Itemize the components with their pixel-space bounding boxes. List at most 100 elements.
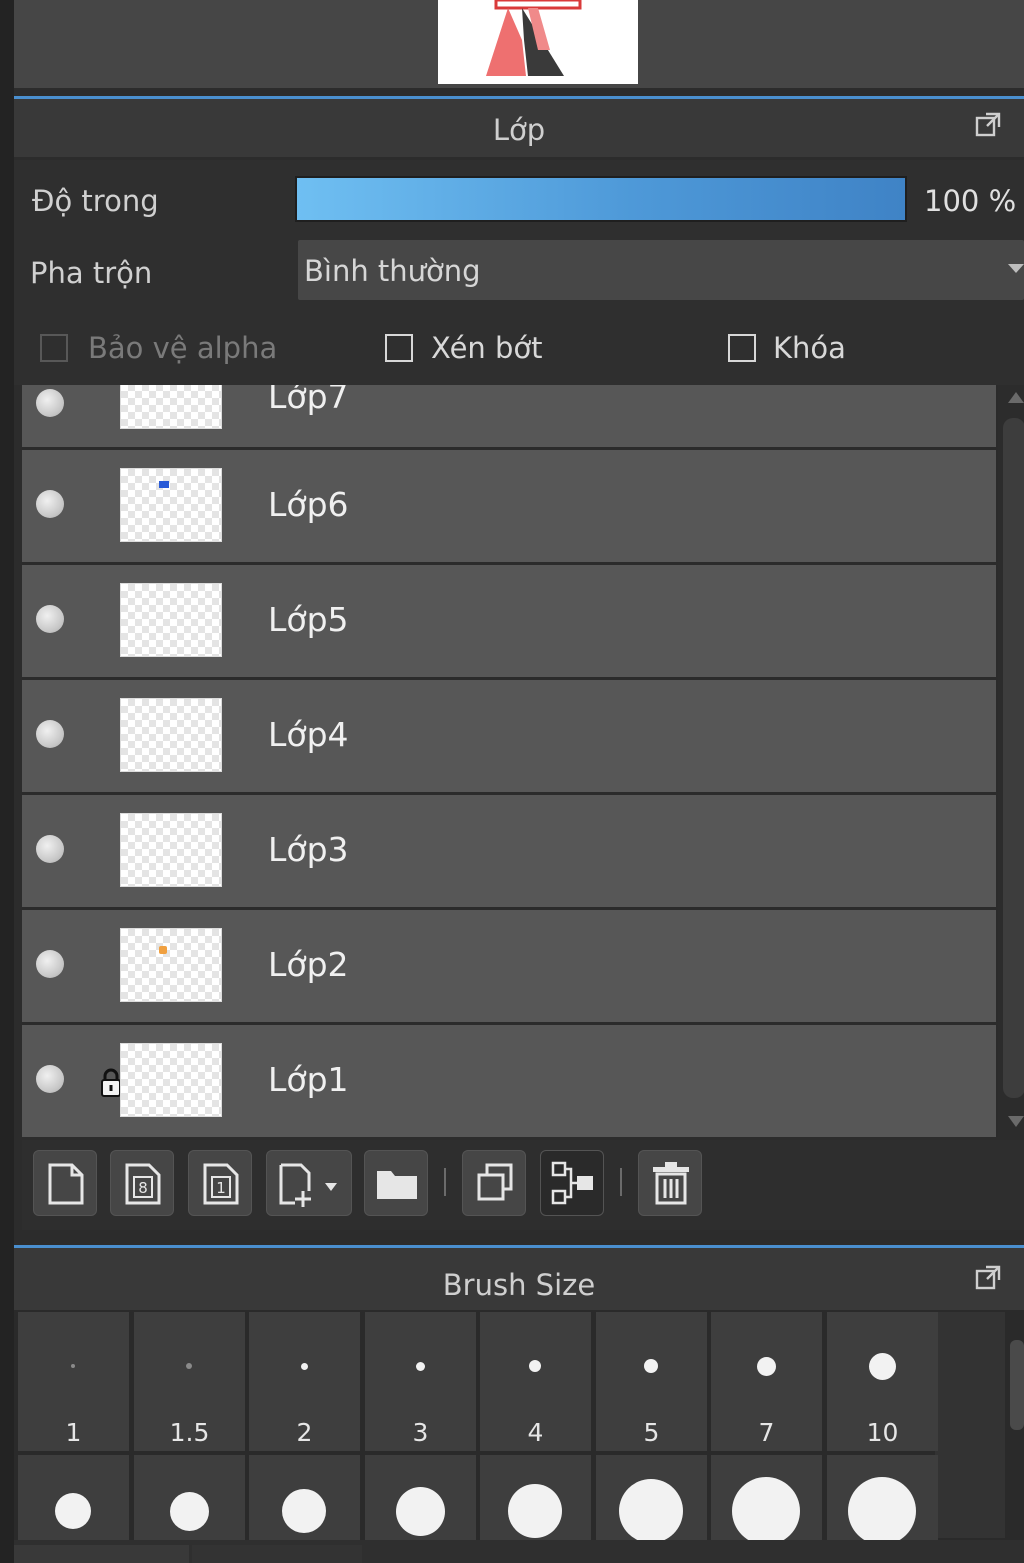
brush-size-dot bbox=[848, 1477, 916, 1545]
brush-size-option[interactable] bbox=[827, 1455, 938, 1545]
layer-row-7[interactable]: Lớp7 bbox=[22, 385, 996, 447]
brush-size-option[interactable]: 7 bbox=[711, 1312, 822, 1451]
thumbnail-mark bbox=[159, 946, 167, 954]
clipping-checkbox[interactable] bbox=[385, 334, 413, 362]
toolbar-separator bbox=[620, 1168, 622, 1196]
duplicate-layer-icon bbox=[477, 1163, 513, 1201]
lock-icon bbox=[101, 1068, 121, 1097]
lock-label: Khóa bbox=[773, 331, 846, 365]
brush-size-option[interactable] bbox=[711, 1455, 822, 1545]
delete-layer-button[interactable] bbox=[638, 1150, 702, 1216]
brush-size-option[interactable]: 2 bbox=[249, 1312, 360, 1451]
brush-size-option[interactable] bbox=[480, 1455, 591, 1545]
brush-size-option[interactable]: 10 bbox=[827, 1312, 938, 1451]
visibility-toggle-icon[interactable] bbox=[36, 835, 64, 863]
layer-name: Lớp7 bbox=[268, 385, 349, 416]
visibility-toggle-icon[interactable] bbox=[36, 720, 64, 748]
visibility-toggle-icon[interactable] bbox=[36, 490, 64, 518]
layer-name: Lớp2 bbox=[268, 945, 349, 984]
bottom-tab[interactable] bbox=[192, 1545, 362, 1563]
brush-size-option[interactable] bbox=[249, 1455, 360, 1545]
new-8bit-layer-button[interactable]: 8 bbox=[110, 1150, 174, 1216]
layer-name: Lớp1 bbox=[268, 1060, 349, 1099]
layer-row-1[interactable]: Lớp1 bbox=[22, 1025, 996, 1137]
merge-layer-button[interactable] bbox=[540, 1150, 604, 1216]
visibility-toggle-icon[interactable] bbox=[36, 950, 64, 978]
brush-size-label: 1.5 bbox=[169, 1418, 210, 1447]
layer-row-2[interactable]: Lớp2 bbox=[22, 910, 996, 1022]
brush-size-dot bbox=[301, 1363, 308, 1370]
brush-panel-header: Brush Size bbox=[14, 1245, 1024, 1310]
new-8bit-layer-icon: 8 bbox=[125, 1163, 161, 1205]
clipping-label: Xén bớt bbox=[431, 331, 543, 365]
layer-panel-header: Lớp bbox=[14, 96, 1024, 157]
opacity-label: Độ trong bbox=[32, 184, 159, 218]
chevron-down-icon bbox=[1008, 264, 1024, 273]
trash-icon bbox=[653, 1162, 689, 1205]
new-folder-button[interactable] bbox=[364, 1150, 428, 1216]
brush-size-label: 4 bbox=[527, 1418, 544, 1447]
brush-size-option[interactable] bbox=[365, 1455, 476, 1545]
new-1bit-layer-button[interactable]: 1 bbox=[188, 1150, 252, 1216]
brush-size-dot bbox=[186, 1363, 192, 1369]
layer-thumbnail bbox=[120, 1043, 222, 1117]
layer-panel-title: Lớp bbox=[492, 113, 546, 147]
scroll-up-icon[interactable] bbox=[1008, 392, 1024, 403]
scroll-down-icon[interactable] bbox=[1008, 1116, 1024, 1127]
brush-size-option[interactable]: 1 bbox=[18, 1312, 129, 1451]
brush-size-label: 5 bbox=[643, 1418, 660, 1447]
canvas-preview-artwork bbox=[486, 0, 582, 76]
layer-name: Lớp6 bbox=[268, 485, 349, 524]
brush-size-option[interactable]: 5 bbox=[596, 1312, 707, 1451]
brush-size-dot bbox=[55, 1493, 91, 1529]
blend-mode-value: Bình thường bbox=[304, 254, 481, 288]
layer-row-5[interactable]: Lớp5 bbox=[22, 565, 996, 677]
folder-icon bbox=[377, 1171, 417, 1199]
visibility-toggle-icon[interactable] bbox=[36, 389, 64, 417]
new-layer-button[interactable] bbox=[33, 1150, 97, 1216]
popout-icon[interactable] bbox=[974, 111, 1002, 139]
layer-thumbnail bbox=[120, 928, 222, 1002]
opacity-slider-fill bbox=[297, 178, 905, 220]
add-layer-dropdown-button[interactable] bbox=[266, 1150, 352, 1216]
brush-size-label: 2 bbox=[296, 1418, 313, 1447]
merge-layer-icon bbox=[551, 1161, 593, 1205]
brush-size-label: 7 bbox=[758, 1418, 775, 1447]
brush-size-option[interactable] bbox=[18, 1455, 129, 1545]
thumbnail-mark bbox=[159, 481, 169, 488]
brush-size-dot bbox=[396, 1487, 445, 1536]
duplicate-layer-button[interactable] bbox=[462, 1150, 526, 1216]
bottom-tab[interactable] bbox=[14, 1545, 189, 1563]
visibility-toggle-icon[interactable] bbox=[36, 605, 64, 633]
brush-scrollbar-thumb[interactable] bbox=[1010, 1340, 1024, 1430]
brush-size-dot bbox=[71, 1364, 75, 1368]
layer-thumbnail bbox=[120, 468, 222, 542]
brush-size-label: 3 bbox=[412, 1418, 429, 1447]
layer-row-4[interactable]: Lớp4 bbox=[22, 680, 996, 792]
brush-size-label: 10 bbox=[866, 1418, 899, 1447]
scrollbar-thumb[interactable] bbox=[1003, 418, 1024, 1098]
brush-size-option[interactable]: 3 bbox=[365, 1312, 476, 1451]
popout-icon[interactable] bbox=[974, 1264, 1002, 1292]
brush-size-option[interactable] bbox=[134, 1455, 245, 1545]
blend-mode-label: Pha trộn bbox=[30, 256, 153, 290]
brush-size-option[interactable]: 4 bbox=[480, 1312, 591, 1451]
alpha-protect-checkbox[interactable] bbox=[40, 334, 68, 362]
brush-size-option[interactable]: 1.5 bbox=[134, 1312, 245, 1451]
window-edge bbox=[0, 0, 14, 1563]
brush-size-dot bbox=[416, 1362, 425, 1371]
svg-text:8: 8 bbox=[138, 1179, 148, 1197]
brush-size-option[interactable] bbox=[596, 1455, 707, 1545]
brush-size-dot bbox=[282, 1489, 326, 1533]
canvas-preview-thumbnail[interactable] bbox=[438, 0, 638, 84]
lock-checkbox[interactable] bbox=[728, 334, 756, 362]
brush-size-dot bbox=[732, 1477, 800, 1545]
layer-thumbnail bbox=[120, 385, 222, 429]
layer-row-3[interactable]: Lớp3 bbox=[22, 795, 996, 907]
brush-grid-gutter bbox=[935, 1312, 1005, 1538]
layer-row-6[interactable]: Lớp6 bbox=[22, 450, 996, 562]
visibility-toggle-icon[interactable] bbox=[36, 1065, 64, 1093]
layer-thumbnail bbox=[120, 698, 222, 772]
opacity-value: 100 % bbox=[924, 184, 1017, 218]
brush-size-label: 1 bbox=[65, 1418, 82, 1447]
